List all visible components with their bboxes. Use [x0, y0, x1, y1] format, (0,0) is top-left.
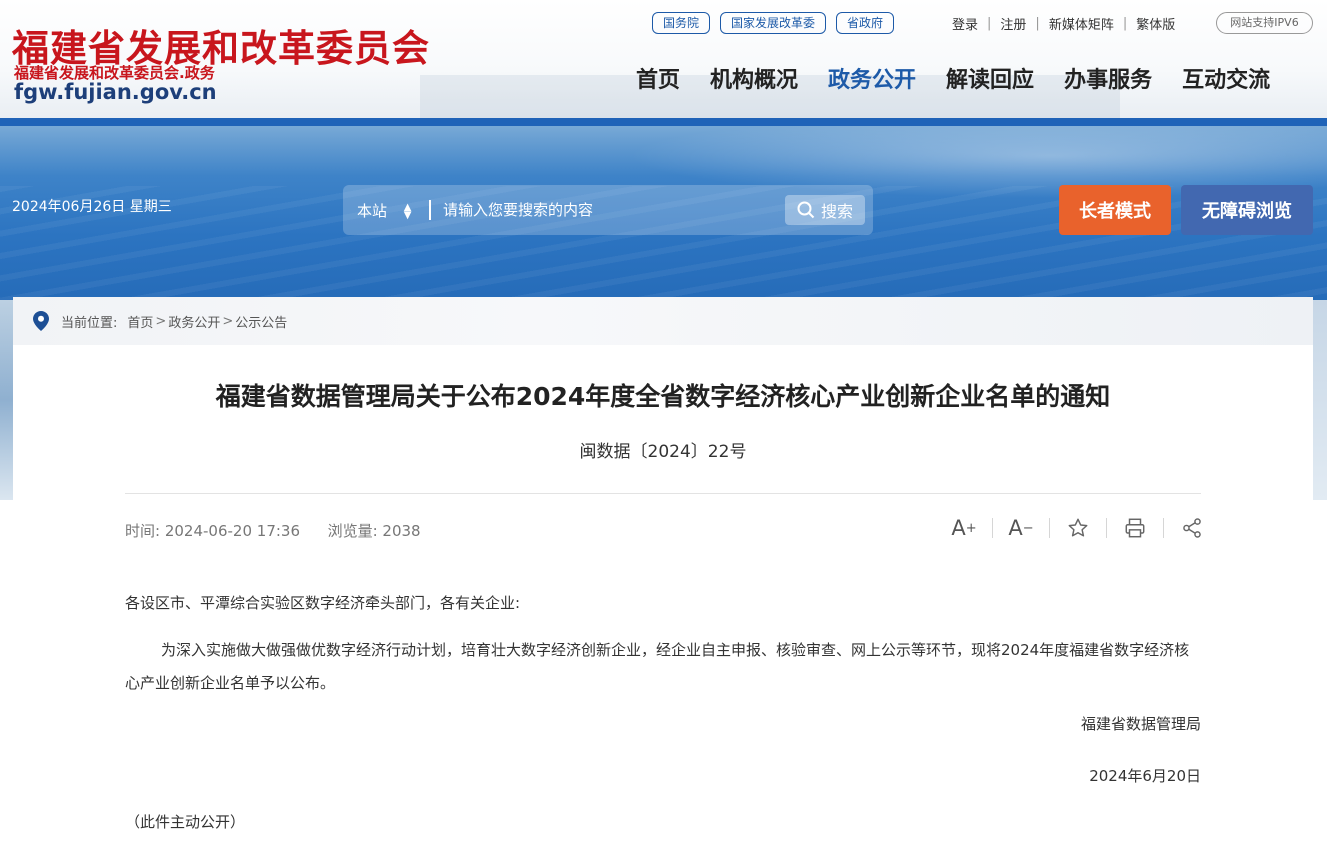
accessibility-button[interactable]: 无障碍浏览 — [1181, 185, 1313, 235]
search-input[interactable] — [443, 195, 773, 225]
new-media-link[interactable]: 新媒体矩阵 — [1049, 14, 1114, 33]
article-tools: A + A − — [951, 515, 1205, 541]
signature-date: 2024年6月20日 — [1089, 767, 1201, 785]
header-divider-strip — [0, 118, 1327, 126]
top-links: 国务院 国家发展改革委 省政府 — [652, 12, 895, 34]
document-number: 闽数据〔2024〕22号 — [579, 442, 747, 462]
site-header: 福建省发展和改革委员会 福建省发展和改革委员会.政务 fgw.fujian.go… — [0, 0, 1327, 118]
location-pin-icon — [33, 311, 49, 331]
nav-interpretation[interactable]: 解读回应 — [946, 62, 1034, 94]
ipv6-badge: 网站支持IPV6 — [1216, 12, 1313, 34]
breadcrumb-separator: > — [155, 313, 167, 329]
share-icon[interactable] — [1179, 515, 1205, 541]
views-label: 浏览量: — [327, 522, 378, 540]
register-link[interactable]: 注册 — [1000, 14, 1026, 33]
main-nav: 首页 机构概况 政务公开 解读回应 办事服务 互动交流 — [636, 62, 1270, 94]
current-date: 2024年06月26日 星期三 — [12, 199, 172, 215]
search-bar: 本站 ▲▼ 搜索 — [343, 185, 873, 235]
search-scope-select[interactable]: 本站 ▲ ▼ — [357, 200, 412, 221]
link-state-council[interactable]: 国务院 — [652, 12, 711, 34]
left-city-decoration — [0, 300, 14, 500]
signature-organization: 福建省数据管理局 — [1080, 715, 1201, 733]
nav-home[interactable]: 首页 — [636, 62, 680, 94]
search-button-label: 搜索 — [820, 202, 853, 221]
disclosure-note: （此件主动公开） — [125, 813, 246, 831]
search-button[interactable]: 搜索 — [785, 195, 865, 225]
title-divider — [125, 493, 1201, 494]
view-count: 2038 — [382, 522, 421, 540]
traditional-chinese-link[interactable]: 繁体版 — [1136, 14, 1175, 33]
user-links: 登录 | 注册 | 新媒体矩阵 | 繁体版 — [952, 14, 1175, 33]
link-separator: | — [1035, 16, 1040, 31]
link-separator: | — [987, 16, 992, 31]
favorite-star-icon[interactable] — [1065, 515, 1091, 541]
site-logo-domain: fgw.fujian.gov.cn — [14, 80, 217, 104]
nav-services[interactable]: 办事服务 — [1064, 62, 1152, 94]
sort-arrows-icon: ▲ ▼ — [403, 201, 412, 221]
nav-organization[interactable]: 机构概况 — [710, 62, 798, 94]
login-link[interactable]: 登录 — [952, 14, 978, 33]
search-scope-divider — [429, 200, 431, 220]
link-separator: | — [1122, 16, 1128, 31]
article-card: 当前位置: 首页 > 政务公开 > 公示公告 福建省数据管理局关于公布2024年… — [13, 297, 1313, 862]
font-increase-icon[interactable]: A + — [951, 515, 977, 541]
nav-government-affairs[interactable]: 政务公开 — [828, 62, 916, 94]
publish-time: 2024-06-20 17:36 — [164, 522, 301, 540]
time-label: 时间: — [125, 522, 161, 540]
breadcrumb: 当前位置: 首页 > 政务公开 > 公示公告 — [13, 297, 1313, 345]
font-decrease-icon[interactable]: A − — [1008, 515, 1034, 541]
nav-interaction[interactable]: 互动交流 — [1182, 62, 1270, 94]
salutation-paragraph: 各设区市、平潭综合实验区数字经济牵头部门，各有关企业: — [125, 594, 521, 612]
breadcrumb-home[interactable]: 首页 — [127, 312, 153, 331]
article-title: 福建省数据管理局关于公布2024年度全省数字经济核心产业创新企业名单的通知 — [215, 382, 1111, 411]
breadcrumb-label: 当前位置: — [61, 315, 118, 331]
breadcrumb-announcements[interactable]: 公示公告 — [235, 312, 287, 331]
right-city-decoration — [1313, 300, 1327, 500]
link-provincial-gov[interactable]: 省政府 — [836, 12, 895, 34]
article-meta: 时间: 2024-06-20 17:36 浏览量: 2038 — [125, 520, 421, 541]
search-icon — [797, 201, 815, 219]
search-scope-label: 本站 — [357, 202, 388, 220]
print-icon[interactable] — [1122, 515, 1148, 541]
link-ndrc[interactable]: 国家发展改革委 — [720, 12, 827, 34]
breadcrumb-separator: > — [222, 313, 234, 329]
breadcrumb-government-affairs[interactable]: 政务公开 — [168, 312, 220, 331]
elder-mode-button[interactable]: 长者模式 — [1059, 185, 1171, 235]
body-paragraph: 为深入实施做大做强做优数字经济行动计划，培育壮大数字经济创新企业，经企业自主申报… — [125, 641, 1190, 692]
banner: 2024年06月26日 星期三 本站 ▲▼ 搜索 长者模式 无障碍浏览 — [0, 126, 1327, 326]
